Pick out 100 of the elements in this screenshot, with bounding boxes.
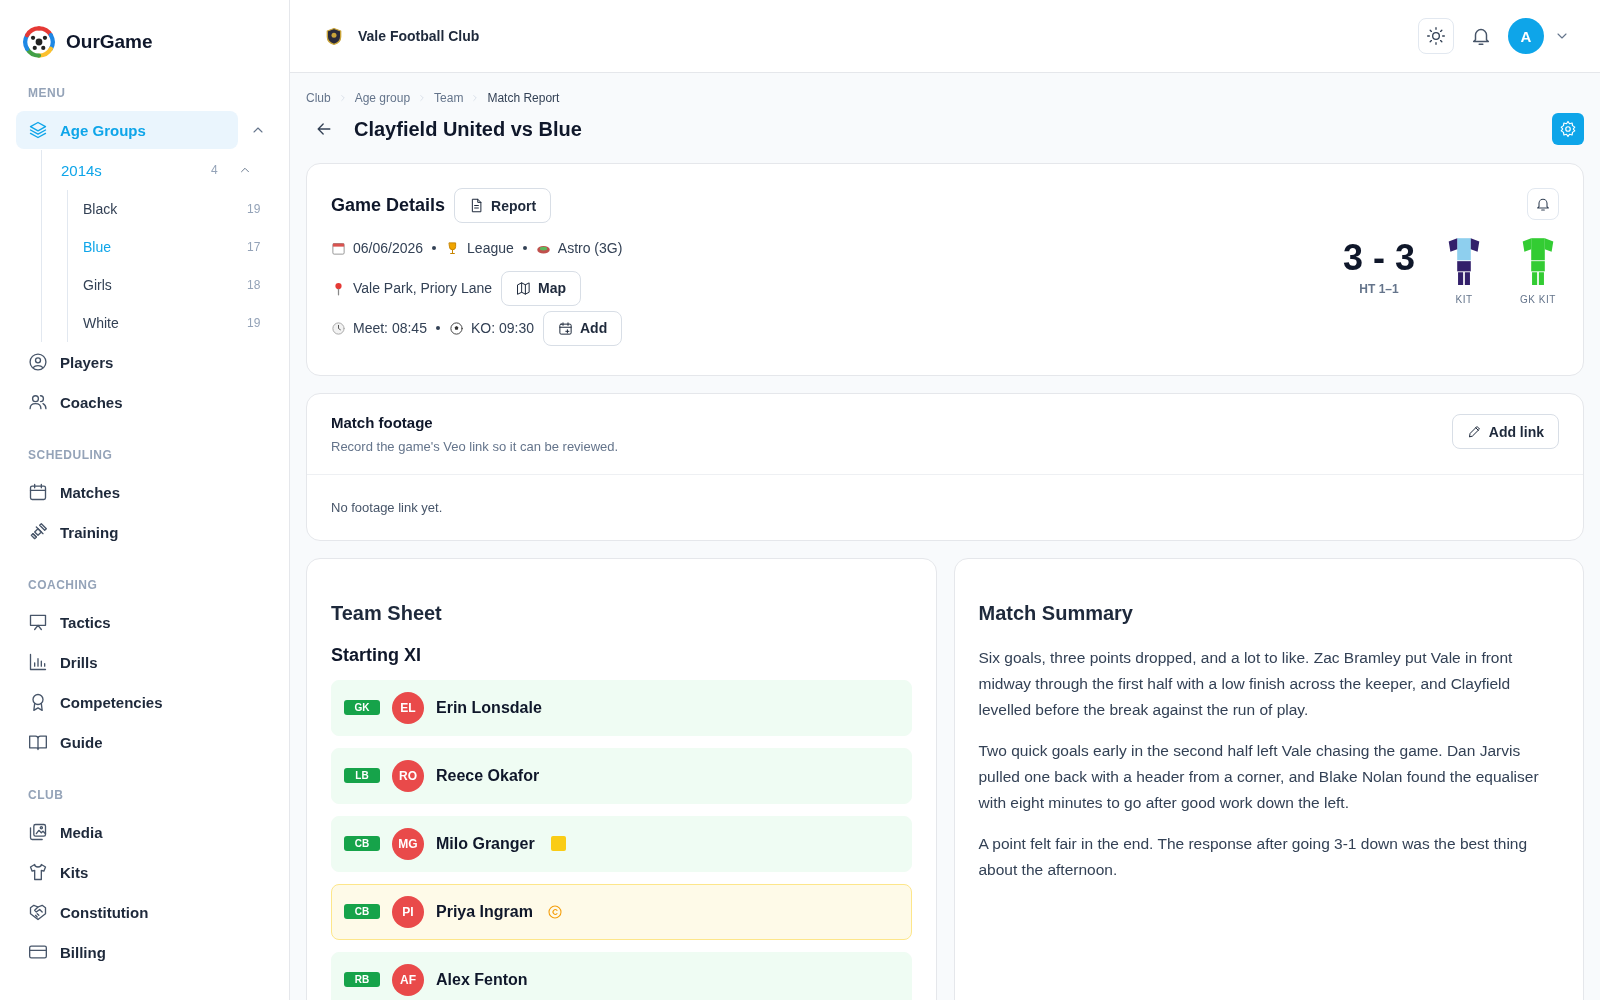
match-date: 06/06/2026 <box>353 240 424 256</box>
nav-item[interactable]: Coaches <box>16 383 238 421</box>
nav-item[interactable]: Billing <box>16 933 238 971</box>
clock-icon <box>331 320 346 336</box>
item-count: 17 <box>247 240 261 254</box>
player-name: Reece Okafor <box>436 766 540 785</box>
player-avatar: AF <box>392 963 424 996</box>
player-row[interactable]: CB MG Milo Granger <box>331 815 912 872</box>
handshake-icon <box>28 902 48 922</box>
app-name: OurGame <box>66 31 153 53</box>
document-icon <box>469 198 485 213</box>
breadcrumb-link[interactable]: Match Report <box>487 91 560 105</box>
map-icon <box>516 280 532 296</box>
summary-paragraph: Two quick goals early in the second half left Vale chasing the game. Dan Jarvis pulled one back with a header from a corner, and Blake Nolan found the equaliser with eight minutes to go after good work down the left. <box>978 740 1540 813</box>
nav-item[interactable]: Constitution <box>16 893 238 931</box>
breadcrumb-link[interactable]: Team <box>434 91 464 105</box>
player-row[interactable]: GK EL Erin Lonsdale <box>331 679 912 736</box>
summary-paragraph: Six goals, three points dropped, and a lot to like. Zac Bramley put Vale in front midway through the first half with a low finish across the keeper, and Clayfield levelled before the break against the run of play. <box>978 647 1514 720</box>
item-count: 19 <box>247 316 261 330</box>
nav-item[interactable]: Guide <box>16 723 238 761</box>
item-count: 18 <box>247 278 261 292</box>
settings-icon <box>1559 120 1577 138</box>
position-badge: CB <box>344 904 380 920</box>
bar-chart-icon <box>28 652 48 672</box>
section-heading: MENU <box>27 86 67 100</box>
item-count: 19 <box>247 202 261 216</box>
club-name: Vale Football Club <box>358 28 480 44</box>
calendar-icon <box>28 482 48 502</box>
notification-button[interactable] <box>1527 188 1559 220</box>
user-circle-icon <box>28 352 48 372</box>
bell-icon <box>1535 196 1551 212</box>
player-avatar: MG <box>392 827 424 860</box>
summary-paragraph: A point felt fair in the end. The response after going 3-1 down was the best thing about the afternoon. <box>978 833 1529 880</box>
player-avatar: EL <box>392 691 424 724</box>
nav-item[interactable]: Competencies <box>16 683 238 721</box>
player-name: Milo Granger <box>436 834 535 853</box>
player-row[interactable]: CB PI Priya Ingram <box>331 883 912 940</box>
player-row[interactable]: LB RO Reece Okafor <box>331 747 912 804</box>
calendar-icon <box>331 240 346 256</box>
score: 3 - 3 <box>1342 240 1415 276</box>
nav-item[interactable]: Drills <box>16 643 238 681</box>
section-heading: SCHEDULING <box>27 448 114 462</box>
kit-label: GK KIT <box>1520 294 1556 305</box>
kit-label: KIT <box>1455 294 1473 305</box>
card-title: Match Summary <box>978 601 1134 625</box>
nav-item[interactable]: White <box>83 315 247 331</box>
card-title: Match footage <box>331 414 434 431</box>
theme-toggle-button[interactable] <box>1418 18 1454 54</box>
position-badge: RB <box>344 972 380 988</box>
section-title: Starting XI <box>331 644 422 666</box>
calendar-plus-icon <box>558 320 573 336</box>
nav-item[interactable]: Training <box>16 513 238 551</box>
item-count: 4 <box>211 163 218 177</box>
pitch-surface: Astro (3G) <box>557 240 623 256</box>
image-icon <box>28 822 48 842</box>
page-title: Clayfield United vs Blue <box>354 117 582 141</box>
sun-icon <box>1426 26 1446 46</box>
player-avatar: RO <box>392 759 424 792</box>
captain-icon <box>546 903 563 920</box>
position-badge: LB <box>344 768 380 784</box>
position-badge: CB <box>344 836 380 852</box>
kickoff-time: KO: 09:30 <box>470 320 534 336</box>
nav-item[interactable]: Players <box>16 343 238 381</box>
report-button[interactable]: Report <box>454 188 552 223</box>
soccer-ball-icon <box>448 320 464 336</box>
users-icon <box>28 392 48 412</box>
competition: League <box>467 240 514 256</box>
position-badge: GK <box>344 700 380 716</box>
player-name: Priya Ingram <box>436 902 533 921</box>
breadcrumb-link[interactable]: Club <box>306 91 331 105</box>
venue: Vale Park, Priory Lane <box>353 280 493 296</box>
player-name: Erin Lonsdale <box>436 698 542 717</box>
section-heading: COACHING <box>27 578 99 592</box>
presentation-icon <box>28 612 48 632</box>
breadcrumb-link[interactable]: Age group <box>354 91 411 105</box>
nav-item[interactable]: Kits <box>16 853 238 891</box>
empty-message: No footage link yet. <box>331 500 444 515</box>
nav-item[interactable]: Girls <box>83 277 247 293</box>
nav-item[interactable]: Tactics <box>16 603 238 641</box>
settings-button[interactable] <box>1552 113 1584 145</box>
pencil-icon <box>1466 424 1482 439</box>
layers-icon <box>28 120 48 140</box>
map-button[interactable]: Map <box>501 270 582 306</box>
card-title: Game Details <box>331 195 446 216</box>
separator-dot <box>435 326 440 330</box>
meet-time: Meet: 08:45 <box>353 320 427 336</box>
soccer-ball-logo <box>22 25 56 59</box>
section-heading: CLUB <box>27 788 65 802</box>
nav-item[interactable]: Matches <box>16 473 238 511</box>
add-to-calendar-button[interactable]: Add <box>543 310 623 346</box>
dumbbell-icon <box>28 522 48 542</box>
add-link-button[interactable]: Add link <box>1451 414 1559 449</box>
shirt-icon <box>28 862 48 882</box>
nav-item[interactable]: Media <box>16 813 238 851</box>
card-title: Team Sheet <box>331 601 443 625</box>
player-row[interactable]: RB AF Alex Fenton <box>331 951 912 1000</box>
separator-dot <box>432 246 437 250</box>
separator-dot <box>522 246 527 250</box>
card-description: Record the game's Veo link so it can be reviewed. <box>331 439 619 454</box>
nav-item[interactable]: Black <box>83 201 247 217</box>
